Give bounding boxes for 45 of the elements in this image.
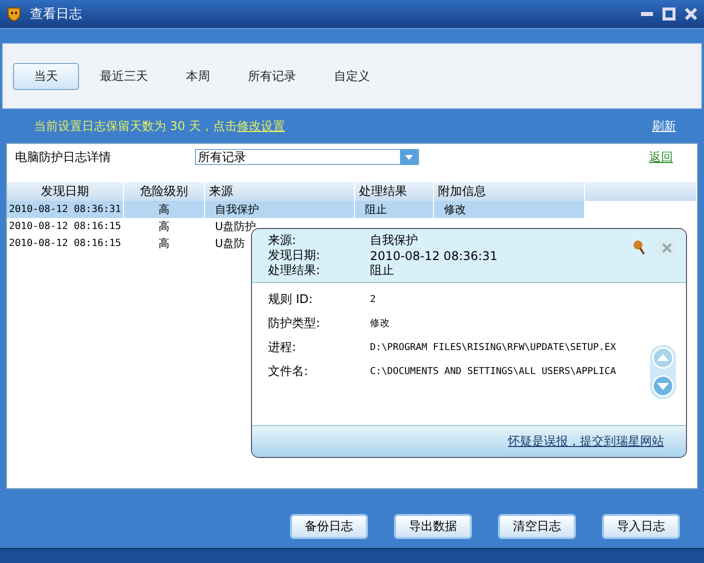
action-button[interactable]: 清空日志 bbox=[498, 514, 576, 539]
report-link[interactable]: 怀疑是误报，提交到瑞星网站 bbox=[508, 433, 664, 450]
table-cell: 2010-08-12 08:36:31 bbox=[7, 201, 124, 218]
table-cell-text: 高 bbox=[158, 219, 170, 235]
filter-tab[interactable]: 所有记录 bbox=[231, 62, 313, 90]
field-label: 文件名: bbox=[268, 362, 310, 380]
log-type-dropdown[interactable]: 所有记录 bbox=[195, 149, 419, 165]
field-value: D:\PROGRAM FILES\RISING\RFW\UPDATE\SETUP.EX bbox=[370, 342, 616, 352]
field-value: 修改 bbox=[370, 316, 390, 330]
field-value: 2 bbox=[370, 294, 376, 304]
table-cell-text: 2010-08-12 08:16:15 bbox=[8, 220, 122, 234]
field-label: 发现日期: bbox=[268, 247, 322, 264]
table-cell: 修改 bbox=[434, 201, 585, 218]
maximize-icon[interactable] bbox=[662, 7, 676, 21]
field-label: 来源: bbox=[268, 232, 298, 249]
filter-tab[interactable]: 最近三天 bbox=[83, 62, 165, 90]
filter-tab[interactable]: 当天 bbox=[13, 62, 79, 90]
action-button[interactable]: 导出数据 bbox=[394, 514, 472, 539]
action-button[interactable]: 备份日志 bbox=[290, 514, 368, 539]
table-cell: 自我保护 bbox=[205, 201, 355, 218]
window-title: 查看日志 bbox=[30, 6, 83, 23]
filter-tab[interactable]: 本周 bbox=[169, 62, 227, 90]
notice-text: 当前设置日志保留天数为 30 天，点击修改设置 bbox=[34, 118, 286, 134]
field-value: 2010-08-12 08:36:31 bbox=[370, 248, 498, 262]
action-button[interactable]: 导入日志 bbox=[602, 514, 680, 539]
table-cell-text: 2010-08-12 08:16:15 bbox=[8, 237, 122, 251]
field-value: C:\DOCUMENTS AND SETTINGS\ALL USERS\APPLICA bbox=[370, 366, 616, 376]
refresh-link[interactable]: 刷新 bbox=[652, 118, 676, 134]
table-cell-text: U盘防 bbox=[214, 236, 246, 252]
field-label: 处理结果: bbox=[268, 262, 322, 279]
field-label: 规则 ID: bbox=[268, 290, 314, 308]
shield-logo-icon bbox=[6, 6, 22, 22]
field-label: 进程: bbox=[268, 338, 298, 356]
filter-tab[interactable]: 自定义 bbox=[317, 62, 387, 90]
table-cell-text: 高 bbox=[158, 236, 170, 252]
table-cell-text: U盘防护 bbox=[214, 219, 258, 235]
field-value: 自我保护 bbox=[370, 232, 418, 249]
filter-label: 电脑防护日志详情 bbox=[15, 148, 112, 166]
close-icon[interactable] bbox=[684, 7, 698, 21]
field-value: 阻止 bbox=[370, 262, 394, 279]
table-cell: 高 bbox=[124, 201, 205, 218]
back-link[interactable]: 返回 bbox=[649, 148, 673, 166]
field-label: 防护类型: bbox=[268, 314, 322, 332]
pin-icon[interactable] bbox=[632, 239, 646, 255]
table-cell: 阻止 bbox=[355, 201, 434, 218]
